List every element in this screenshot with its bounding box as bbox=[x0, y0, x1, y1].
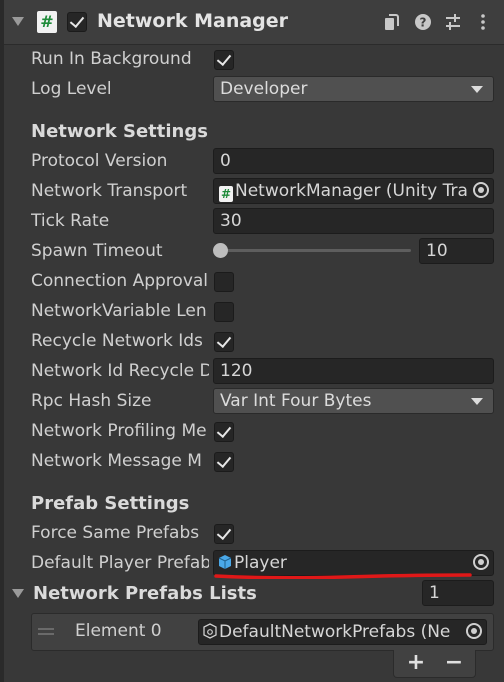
network-transport-field[interactable]: # NetworkManager (Unity Tra bbox=[213, 178, 494, 204]
run-in-background-label: Run In Background bbox=[31, 49, 192, 69]
log-level-dropdown[interactable]: Developer bbox=[213, 76, 494, 102]
network-id-recycle-field[interactable]: 120 bbox=[213, 358, 494, 384]
protocol-version-label: Protocol Version bbox=[31, 151, 168, 171]
spawn-timeout-slider-track[interactable] bbox=[220, 249, 411, 252]
tick-rate-field[interactable]: 30 bbox=[213, 208, 494, 234]
spawn-timeout-slider-thumb[interactable] bbox=[213, 243, 228, 258]
connection-approval-checkbox[interactable] bbox=[214, 272, 234, 292]
default-player-prefab-label: Default Player Prefab bbox=[31, 553, 209, 573]
network-message-label: Network Message M bbox=[31, 451, 202, 471]
connection-approval-label: Connection Approval bbox=[31, 271, 209, 291]
remove-element-button[interactable]: − bbox=[436, 650, 472, 676]
recycle-network-ids-label: Recycle Network Ids bbox=[31, 331, 203, 351]
object-picker-icon[interactable] bbox=[466, 623, 482, 639]
drag-handle-icon[interactable] bbox=[38, 628, 54, 630]
network-variable-len-label: NetworkVariable Len bbox=[31, 301, 207, 321]
element-value: DefaultNetworkPrefabs (Ne bbox=[219, 622, 451, 642]
object-picker-icon[interactable] bbox=[473, 182, 489, 198]
network-message-checkbox[interactable] bbox=[214, 452, 234, 472]
check-icon bbox=[216, 524, 232, 541]
check-icon bbox=[216, 422, 232, 439]
element-object-field[interactable]: DefaultNetworkPrefabs (Ne bbox=[198, 619, 487, 645]
network-profiling-checkbox[interactable] bbox=[214, 422, 234, 442]
foldout-arrow-icon[interactable] bbox=[12, 17, 24, 26]
log-level-label: Log Level bbox=[31, 79, 112, 99]
chevron-down-icon bbox=[471, 86, 483, 93]
presets-icon[interactable] bbox=[444, 13, 462, 31]
spawn-timeout-label: Spawn Timeout bbox=[31, 241, 163, 261]
tick-rate-label: Tick Rate bbox=[31, 211, 110, 231]
network-transport-label: Network Transport bbox=[31, 181, 188, 201]
help-icon[interactable]: ? bbox=[414, 13, 432, 31]
script-icon: # bbox=[219, 186, 233, 202]
foldout-arrow-icon[interactable] bbox=[12, 589, 24, 598]
network-prefabs-lists-heading: Network Prefabs Lists bbox=[33, 583, 257, 604]
check-icon bbox=[216, 452, 232, 469]
reference-icon[interactable] bbox=[383, 13, 401, 31]
protocol-version-field[interactable]: 0 bbox=[213, 148, 494, 174]
rpc-hash-size-label: Rpc Hash Size bbox=[31, 391, 152, 411]
list-item[interactable]: Element 0 DefaultNetworkPrefabs (Ne bbox=[31, 613, 494, 651]
component-title: Network Manager bbox=[97, 10, 289, 32]
rpc-hash-size-value: Var Int Four Bytes bbox=[220, 391, 372, 411]
spawn-timeout-field[interactable]: 10 bbox=[419, 238, 494, 264]
component-enabled-checkbox[interactable] bbox=[67, 12, 87, 32]
element-label: Element 0 bbox=[75, 621, 162, 641]
add-element-button[interactable]: + bbox=[398, 650, 434, 676]
recycle-network-ids-checkbox[interactable] bbox=[214, 332, 234, 352]
scriptable-object-icon bbox=[203, 623, 217, 639]
rpc-hash-size-dropdown[interactable]: Var Int Four Bytes bbox=[213, 388, 494, 414]
svg-text:?: ? bbox=[420, 16, 427, 30]
check-icon bbox=[69, 12, 85, 29]
network-settings-heading: Network Settings bbox=[31, 121, 208, 142]
network-id-recycle-label: Network Id Recycle D bbox=[31, 361, 209, 381]
prefab-settings-heading: Prefab Settings bbox=[31, 493, 190, 514]
kebab-menu-icon[interactable] bbox=[474, 13, 492, 31]
check-icon bbox=[216, 50, 232, 67]
log-level-value: Developer bbox=[220, 79, 308, 99]
network-profiling-label: Network Profiling Me bbox=[31, 421, 207, 441]
chevron-down-icon bbox=[471, 398, 483, 405]
red-annotation-underline bbox=[214, 573, 472, 579]
network-variable-len-checkbox[interactable] bbox=[214, 302, 234, 322]
force-same-prefabs-label: Force Same Prefabs bbox=[31, 523, 200, 543]
default-player-prefab-value: Player bbox=[234, 553, 287, 573]
check-icon bbox=[216, 332, 232, 349]
network-prefabs-count-field[interactable]: 1 bbox=[422, 580, 494, 606]
run-in-background-checkbox[interactable] bbox=[214, 50, 234, 70]
prefab-cube-icon bbox=[218, 555, 232, 569]
network-transport-value: NetworkManager (Unity Tra bbox=[235, 181, 468, 201]
script-icon: # bbox=[37, 11, 57, 33]
component-header[interactable]: # Network Manager ? bbox=[4, 0, 504, 45]
force-same-prefabs-checkbox[interactable] bbox=[214, 524, 234, 544]
list-footer: + − bbox=[393, 650, 476, 678]
inspector-left-strip bbox=[0, 0, 4, 682]
object-picker-icon[interactable] bbox=[473, 554, 489, 570]
